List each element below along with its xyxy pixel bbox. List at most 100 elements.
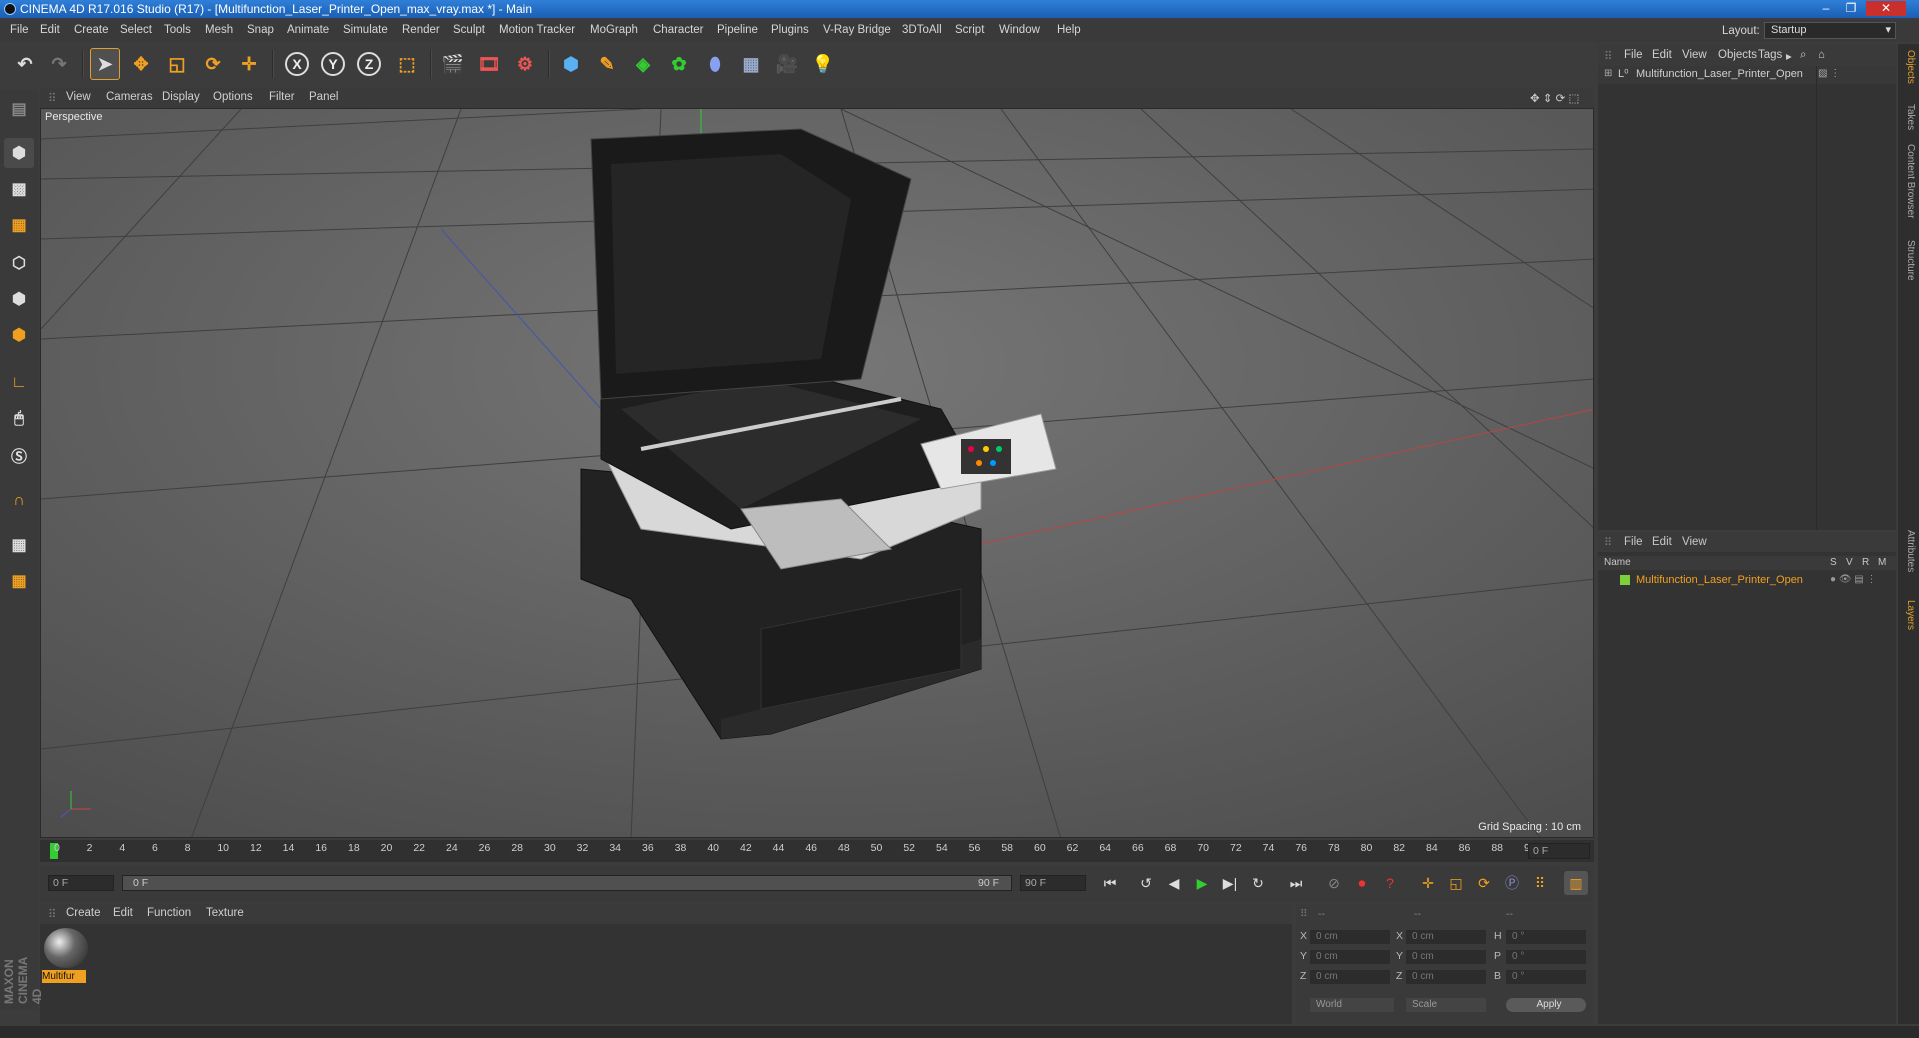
axis-mode-icon[interactable]: ∟ — [4, 368, 34, 398]
menu-render[interactable]: Render — [402, 24, 440, 36]
object-menu-objects[interactable]: Objects — [1718, 49, 1757, 61]
material-menu-texture[interactable]: Texture — [206, 907, 244, 919]
chevron-right-icon[interactable]: ▸ — [1786, 49, 1792, 63]
floor-icon[interactable]: ▦ — [736, 48, 766, 80]
render-picture-viewer-icon[interactable]: 🎞 — [474, 48, 504, 80]
side-tab-content-browser[interactable]: Content Browser — [1900, 144, 1916, 218]
rotation-b-field[interactable]: 0 ° — [1506, 970, 1586, 984]
close-button[interactable]: ✕ — [1866, 1, 1906, 16]
position-z-field[interactable]: 0 cm — [1310, 970, 1390, 984]
select-tool-icon[interactable]: ➤ — [90, 48, 120, 80]
redo-icon[interactable]: ↷ — [44, 48, 74, 80]
layer-name[interactable]: Multifunction_Laser_Printer_Open — [1636, 574, 1803, 586]
side-tab-objects[interactable]: Objects — [1900, 50, 1916, 84]
cube-icon[interactable]: ⬢ — [556, 48, 586, 80]
3d-viewport[interactable]: Perspective Grid Spacing : 10 cm — [40, 108, 1594, 838]
light-icon[interactable]: 💡 — [808, 48, 838, 80]
viewport-menu-view[interactable]: View — [66, 91, 91, 103]
viewport-menu-display[interactable]: Display — [162, 91, 200, 103]
layer-menu-file[interactable]: File — [1624, 536, 1643, 548]
key-rotation-icon[interactable]: ⟳ — [1472, 871, 1496, 895]
scale-select[interactable]: Scale — [1406, 998, 1486, 1012]
pen-spline-icon[interactable]: ✎ — [592, 48, 622, 80]
menu-character[interactable]: Character — [653, 24, 704, 36]
layer-menu-edit[interactable]: Edit — [1652, 536, 1672, 548]
menu-3dtoall[interactable]: 3DToAll — [902, 24, 942, 36]
snapping-icon[interactable]: Ⓢ — [4, 440, 34, 470]
move-tool-icon[interactable]: ✥ — [126, 48, 156, 80]
camera-icon[interactable]: 🎥 — [772, 48, 802, 80]
render-settings-icon[interactable]: ⚙ — [510, 48, 540, 80]
world-select[interactable]: World — [1310, 998, 1394, 1012]
deformer-icon[interactable]: ⬮ — [700, 48, 730, 80]
menu-select[interactable]: Select — [120, 24, 152, 36]
material-menu-create[interactable]: Create — [66, 907, 101, 919]
next-key-icon[interactable]: ↻ — [1246, 871, 1270, 895]
expand-icon[interactable]: ⊞ — [1604, 68, 1612, 79]
layer-color-swatch[interactable] — [1620, 575, 1630, 585]
z-axis-button[interactable]: Z — [354, 48, 384, 80]
menu-tools[interactable]: Tools — [164, 24, 191, 36]
layer-toggle-icons[interactable]: ● 👁 ▤ ⋮ — [1830, 574, 1877, 585]
material-preview-icon[interactable] — [44, 928, 88, 968]
menu-create[interactable]: Create — [74, 24, 109, 36]
menu-pipeline[interactable]: Pipeline — [717, 24, 758, 36]
drag-handle-icon[interactable]: ⠿ — [1604, 536, 1612, 549]
side-tab-structure[interactable]: Structure — [1900, 240, 1916, 281]
menu-mograph[interactable]: MoGraph — [590, 24, 638, 36]
side-tab-attributes[interactable]: Attributes — [1900, 530, 1916, 572]
viewport-menu-panel[interactable]: Panel — [309, 91, 338, 103]
live-select-icon[interactable]: ✛ — [234, 48, 264, 80]
menu-plugins[interactable]: Plugins — [771, 24, 809, 36]
minimize-button[interactable]: – — [1815, 1, 1837, 16]
model-mode-icon[interactable]: ⬢ — [4, 138, 34, 168]
layer-menu-view[interactable]: View — [1682, 536, 1707, 548]
menu-sculpt[interactable]: Sculpt — [453, 24, 485, 36]
start-frame-field[interactable]: 0 F — [48, 875, 114, 891]
timeline-ruler[interactable]: 0 2 4 6 8 10 12 14 16 18 20 22 24 26 28 30 32 34 36 38 40 42 4… — [40, 840, 1594, 862]
key-parameter-icon[interactable]: Ⓟ — [1500, 871, 1524, 895]
layout-select[interactable]: Startup ▾ — [1764, 22, 1896, 39]
drag-handle-icon[interactable]: ⠿ — [48, 907, 56, 921]
menu-help[interactable]: Help — [1057, 24, 1081, 36]
drag-handle-icon[interactable]: ⠿ — [48, 91, 56, 105]
object-menu-view[interactable]: View — [1682, 49, 1707, 61]
key-scale-icon[interactable]: ◱ — [1444, 871, 1468, 895]
range-slider[interactable]: 0 F 90 F — [122, 875, 1012, 891]
menu-window[interactable]: Window — [999, 24, 1040, 36]
position-y-field[interactable]: 0 cm — [1310, 950, 1390, 964]
lock-workplane-icon[interactable]: ▦ — [4, 530, 34, 560]
undo-icon[interactable]: ↶ — [10, 48, 40, 80]
object-row[interactable]: ⊞ L⁰ Multifunction_Laser_Printer_Open ▨ … — [1598, 66, 1896, 84]
rotate-tool-icon[interactable]: ⟳ — [198, 48, 228, 80]
apply-button[interactable]: Apply — [1506, 998, 1586, 1012]
rotation-h-field[interactable]: 0 ° — [1506, 930, 1586, 944]
material-label[interactable]: Multifur — [42, 970, 86, 983]
tweak-mode-icon[interactable]: 🖱 — [4, 404, 34, 434]
keyframe-selection-icon[interactable]: ? — [1378, 871, 1402, 895]
menu-motion-tracker[interactable]: Motion Tracker — [499, 24, 575, 36]
menu-vray-bridge[interactable]: V-Ray Bridge — [823, 24, 891, 36]
current-frame-field[interactable]: 0 F — [1528, 843, 1590, 859]
next-frame-icon[interactable]: ▶| — [1218, 871, 1242, 895]
go-to-end-icon[interactable]: ⏭ — [1284, 871, 1308, 895]
layer-tag-icon[interactable]: ▨ ⋮ — [1818, 68, 1840, 79]
magnet-icon[interactable]: ∩ — [4, 486, 34, 516]
viewport-menu-options[interactable]: Options — [213, 91, 253, 103]
layer-row[interactable]: Multifunction_Laser_Printer_Open ● 👁 ▤ ⋮ — [1598, 572, 1896, 588]
search-icon[interactable]: ⌕ — [1800, 49, 1806, 62]
play-icon[interactable]: ▶ — [1190, 871, 1214, 895]
restore-button[interactable]: ❐ — [1840, 1, 1862, 16]
side-tab-takes[interactable]: Takes — [1900, 104, 1916, 130]
cloner-icon[interactable]: ✿ — [664, 48, 694, 80]
size-x-field[interactable]: 0 cm — [1406, 930, 1486, 944]
drag-handle-icon[interactable]: ⠿ — [1604, 49, 1612, 63]
viewport-nav-icons[interactable]: ✥ ⇕ ⟳ ⬚ — [1530, 91, 1579, 105]
coordinate-system-icon[interactable]: ⬚ — [392, 48, 422, 80]
key-pla-icon[interactable]: ⠿ — [1528, 871, 1552, 895]
size-z-field[interactable]: 0 cm — [1406, 970, 1486, 984]
material-menu-function[interactable]: Function — [147, 907, 191, 919]
record-keys-icon[interactable]: ⊘ — [1322, 871, 1346, 895]
menu-animate[interactable]: Animate — [287, 24, 329, 36]
viewport-menu-filter[interactable]: Filter — [269, 91, 295, 103]
